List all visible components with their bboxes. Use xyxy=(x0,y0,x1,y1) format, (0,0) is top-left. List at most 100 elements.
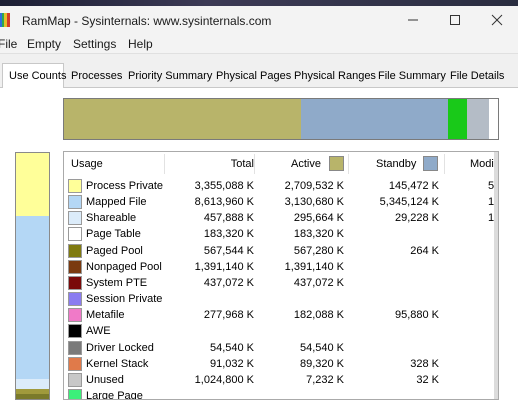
cell-active: 1,391,140 K xyxy=(284,260,344,273)
close-button[interactable] xyxy=(482,8,512,32)
cell-total: 91,032 K xyxy=(209,357,254,370)
tab-physical-ranges[interactable]: Physical Ranges xyxy=(294,67,376,88)
table-row[interactable]: System PTE 437,072 K 437,072 K xyxy=(64,275,498,291)
usage-color-swatch xyxy=(68,227,82,242)
usage-color-swatch xyxy=(68,275,82,290)
cell-standby: 32 K xyxy=(416,373,439,386)
usage-label: Kernel Stack xyxy=(86,357,149,370)
cell-total: 3,355,088 K xyxy=(194,180,254,192)
usage-label: Driver Locked xyxy=(86,341,154,354)
tab-file-details[interactable]: File Details xyxy=(450,67,504,88)
cell-standby: 145,472 K xyxy=(388,180,439,192)
usage-color-swatch xyxy=(68,292,82,307)
menu-file[interactable]: File xyxy=(0,37,17,51)
usage-label: AWE xyxy=(86,325,111,338)
usage-label: Large Page xyxy=(86,389,143,400)
usage-breakdown-bar xyxy=(15,152,50,400)
cell-total: 277,968 K xyxy=(203,309,254,322)
usage-color-swatch xyxy=(68,211,82,226)
menu-empty[interactable]: Empty xyxy=(27,37,61,51)
menu-settings[interactable]: Settings xyxy=(73,37,116,51)
standby-color-swatch xyxy=(423,156,438,171)
tab-processes[interactable]: Processes xyxy=(71,67,122,88)
minimize-icon xyxy=(408,19,418,21)
tab-use-counts[interactable]: Use Counts xyxy=(2,63,66,89)
title-bar[interactable]: RamMap - Sysinternals: www.sysinternals.… xyxy=(0,6,518,34)
cell-active: 2,709,532 K xyxy=(284,180,344,192)
summary-segment xyxy=(300,99,448,139)
cell-total: 437,072 K xyxy=(203,276,254,289)
usage-label: Unused xyxy=(86,373,124,386)
maximize-icon xyxy=(450,15,460,25)
usage-label: Session Private xyxy=(86,293,163,306)
column-divider[interactable] xyxy=(164,154,165,174)
table-row[interactable]: Metafile 277,968 K 182,088 K 95,880 K xyxy=(64,307,498,323)
table-row[interactable]: Kernel Stack 91,032 K 89,320 K 328 K xyxy=(64,356,498,372)
column-standby[interactable]: Standby xyxy=(376,158,416,170)
table-row[interactable]: Mapped File 8,613,960 K 3,130,680 K 5,345,1… xyxy=(64,194,498,210)
cell-active: 54,540 K xyxy=(299,341,344,354)
table-row[interactable]: Shareable457,888 K295,664 K29,228 K13 xyxy=(64,210,498,226)
cell-active: 7,232 K xyxy=(306,373,344,386)
cell-active: 182,088 K xyxy=(293,309,344,322)
tab-priority-summary[interactable]: Priority Summary xyxy=(128,67,212,88)
cell-total: 8,613,960 K xyxy=(194,196,254,209)
close-icon xyxy=(491,14,503,26)
cell-standby: 95,880 K xyxy=(394,309,439,322)
menu-bar: File Empty Settings Help xyxy=(0,34,518,54)
menu-help[interactable]: Help xyxy=(128,37,153,51)
usage-color-swatch xyxy=(68,324,82,339)
column-active[interactable]: Active xyxy=(291,158,321,170)
vertical-scrollbar[interactable] xyxy=(494,152,498,399)
usage-label: Nonpaged Pool xyxy=(86,260,162,273)
table-row[interactable]: Page Table 183,320 K 183,320 K xyxy=(64,226,498,242)
cell-total: 567,544 K xyxy=(203,244,254,257)
table-row[interactable]: AWE xyxy=(64,323,498,339)
column-divider[interactable] xyxy=(348,154,349,174)
usage-segment xyxy=(16,153,49,216)
tab-file-summary[interactable]: File Summary xyxy=(378,67,446,88)
cell-total: 457,888 K xyxy=(203,212,254,225)
table-row[interactable]: Session Private xyxy=(64,291,498,307)
usage-label: Process Private xyxy=(86,180,164,192)
usage-color-swatch xyxy=(68,179,82,193)
column-divider[interactable] xyxy=(254,154,255,174)
cell-standby: 328 K xyxy=(410,357,439,370)
active-color-swatch xyxy=(329,156,344,171)
cell-active: 89,320 K xyxy=(299,357,344,370)
usage-segment xyxy=(16,394,49,399)
usage-color-swatch xyxy=(68,195,82,210)
table-row[interactable]: Unused 1,024,800 K 7,232 K 32 K xyxy=(64,372,498,388)
column-usage[interactable]: Usage xyxy=(71,158,103,170)
summary-segment xyxy=(488,99,498,139)
usage-label: Paged Pool xyxy=(86,244,143,257)
table-row[interactable]: Paged Pool 567,544 K 567,280 K 264 K xyxy=(64,243,498,259)
usage-color-swatch xyxy=(68,388,82,399)
usage-color-swatch xyxy=(68,372,82,387)
maximize-button[interactable] xyxy=(440,8,470,32)
usage-segment xyxy=(16,215,49,380)
usage-label: Mapped File xyxy=(86,196,147,209)
usage-color-swatch xyxy=(68,259,82,274)
cell-active: 295,664 K xyxy=(293,212,344,225)
column-divider[interactable] xyxy=(444,154,445,174)
tab-physical-pages[interactable]: Physical Pages xyxy=(216,67,291,88)
table-row[interactable]: Driver Locked 54,540 K 54,540 K xyxy=(64,340,498,356)
table-row[interactable]: Large Page xyxy=(64,388,498,400)
cell-active: 437,072 K xyxy=(293,276,344,289)
rammap-app-icon xyxy=(0,13,10,27)
table-row[interactable]: Nonpaged Pool 1,391,140 K 1,391,140 K xyxy=(64,259,498,275)
use-counts-panel: Usage Total Active Standby Modifi Proces… xyxy=(0,88,518,400)
table-row[interactable]: Process Private 3,355,088 K 2,709,532 K 145… xyxy=(64,178,498,194)
cell-active: 3,130,680 K xyxy=(284,196,344,209)
column-total[interactable]: Total xyxy=(231,158,254,170)
summary-segment xyxy=(64,99,301,139)
table-header: Usage Total Active Standby Modifi xyxy=(64,152,498,176)
tab-strip: Use Counts Processes Priority Summary Ph… xyxy=(0,62,518,89)
cell-total: 183,320 K xyxy=(203,228,254,241)
summary-segment xyxy=(447,99,468,139)
use-counts-table[interactable]: Usage Total Active Standby Modifi Proces… xyxy=(63,151,499,400)
usage-color-swatch xyxy=(68,340,82,355)
minimize-button[interactable] xyxy=(398,8,428,32)
usage-label: System PTE xyxy=(86,276,148,289)
